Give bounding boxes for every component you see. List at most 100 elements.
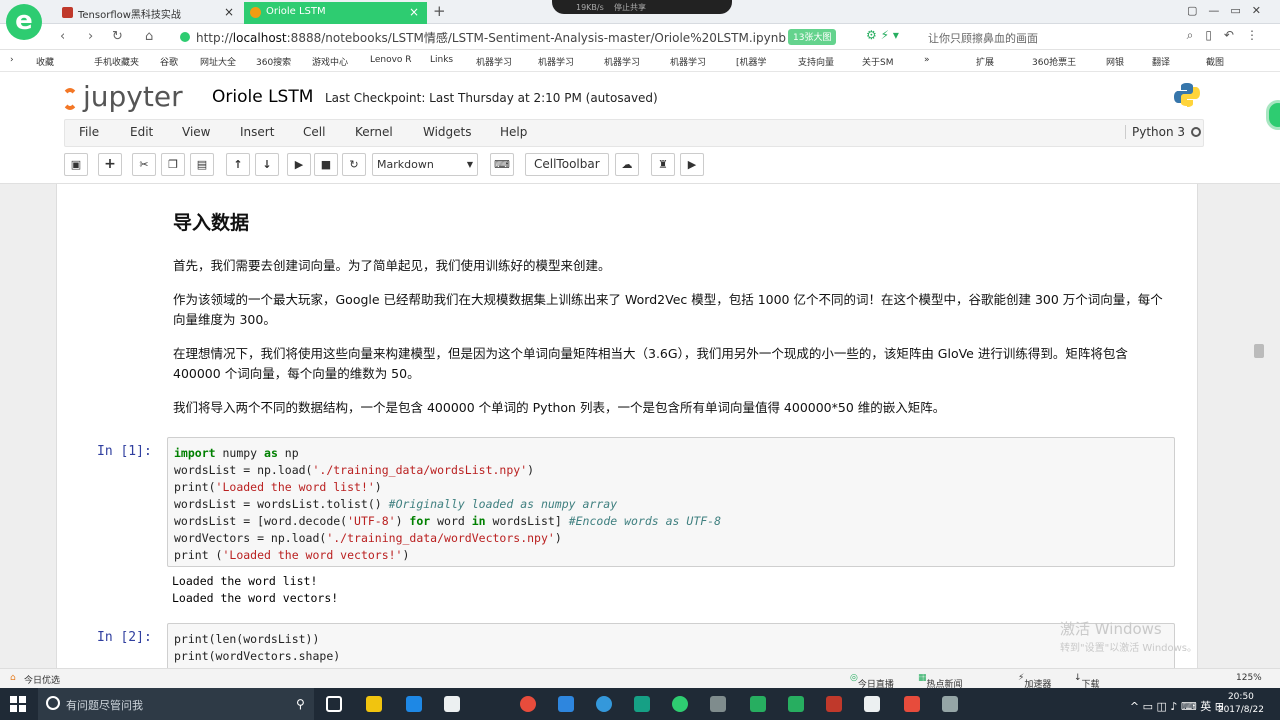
save-icon[interactable]: ▣ [64,153,88,176]
app-icon[interactable] [634,696,650,712]
menu-file[interactable]: File [79,125,99,139]
pdf-icon[interactable] [904,696,920,712]
window-controls[interactable]: ▢—▭✕ [1187,4,1272,17]
bookmark-item[interactable]: 手机收藏夹 [94,55,139,68]
bookmarks-toggle-icon[interactable]: › [10,55,14,65]
move-up-icon[interactable]: ↑ [226,153,250,176]
gift-icon[interactable]: ⌂ [10,673,16,683]
bookmark-item[interactable]: 网银 [1106,55,1124,68]
bookmark-item[interactable]: 机器学习 [538,55,574,68]
store-icon[interactable] [444,696,460,712]
celltoolbar-button[interactable]: CellToolbar [525,153,609,176]
bookmark-item[interactable]: 机器学习 [604,55,640,68]
status-download[interactable]: ↓ 下载 [1074,673,1100,690]
close-tab-icon[interactable]: × [409,5,419,19]
bookmark-item[interactable]: 机器学习 [670,55,706,68]
notebook-title[interactable]: Oriole LSTM [212,87,313,107]
extension-icon[interactable]: ⚙ ⚡ ▾ [866,28,899,42]
back-icon[interactable]: ‹ [60,29,65,44]
bookmark-item[interactable]: Links [430,55,453,65]
status-news[interactable]: ▦ 热点新闻 [918,673,963,690]
bookmark-item[interactable]: 谷歌 [160,55,178,68]
menu-view[interactable]: View [182,125,210,139]
pycharm-icon[interactable] [750,696,766,712]
active-browser-icon[interactable] [672,696,688,712]
new-tab-button[interactable]: + [433,2,446,20]
menu-widgets[interactable]: Widgets [423,125,472,139]
app-icon[interactable] [710,696,726,712]
bookmark-item[interactable]: [机器学 [736,55,767,68]
image-count-badge[interactable]: 13张大图 [788,29,837,45]
presentation-icon[interactable]: ▶ [680,153,704,176]
cut-icon[interactable]: ✂ [132,153,156,176]
upload-icon[interactable]: ☁ [615,153,639,176]
bookmark-item[interactable]: 翻译 [1152,55,1170,68]
paste-icon[interactable]: ▤ [190,153,214,176]
menu-edit[interactable]: Edit [130,125,153,139]
browser-360-icon[interactable] [596,696,612,712]
move-down-icon[interactable]: ↓ [255,153,279,176]
powerpoint-icon[interactable] [826,696,842,712]
scrollbar-thumb[interactable] [1254,344,1264,358]
chrome-icon[interactable] [520,696,536,712]
side-widget-icon[interactable] [1266,100,1280,130]
url-field[interactable]: http://localhost:8888/notebooks/LSTM情感/L… [196,29,786,46]
jupyter-logo[interactable]: jupyter [62,80,183,113]
reload-icon[interactable]: ↻ [112,29,123,44]
bookmark-item[interactable]: 关于SM [862,55,893,68]
bookmark-item[interactable]: 360搜索 [256,55,291,68]
code-editor[interactable]: print(len(wordsList)) print(wordVectors.s… [168,624,1174,672]
home-icon[interactable]: ⌂ [145,29,153,44]
bookmark-item[interactable]: 游戏中心 [312,55,348,68]
tab-tensorflow[interactable]: Tensorflow黑科技实战 × [56,2,242,24]
app-icon[interactable] [558,696,574,712]
bookmark-item[interactable]: 机器学习 [476,55,512,68]
interrupt-icon[interactable]: ■ [314,153,338,176]
bookmark-item[interactable]: Lenovo R [370,55,412,65]
restart-icon[interactable]: ↻ [342,153,366,176]
run-cell-icon[interactable]: ▶ [287,153,311,176]
bookmark-item[interactable]: » [924,55,930,65]
code-cell[interactable]: print(len(wordsList)) print(wordVectors.s… [167,623,1175,673]
bookmark-item[interactable]: 收藏 [36,55,54,68]
search-hint[interactable]: 让你只顾擦鼻血的画面 [928,30,1038,46]
zoom-level[interactable]: 125% [1236,673,1262,683]
system-clock[interactable]: 20:50 2017/8/22 [1218,691,1264,717]
menu-cell[interactable]: Cell [303,125,325,139]
delete-icon[interactable]: ♜ [651,153,675,176]
status-live[interactable]: ◎ 今日直播 [850,673,894,690]
status-accel[interactable]: ⚡ 加速器 [1018,673,1051,690]
browser-logo-icon[interactable]: e [6,4,42,40]
forward-icon[interactable]: › [88,29,93,44]
windows-start-icon[interactable] [10,696,26,712]
bookmark-item[interactable]: 截图 [1206,55,1224,68]
input-language[interactable]: 英 [1200,700,1211,713]
taskbar-search[interactable]: 有问题尽管问我 [38,688,314,720]
microphone-icon[interactable]: ⚲ [296,697,312,713]
code-cell[interactable]: import numpy as np wordsList = np.load('… [167,437,1175,567]
app-icon[interactable] [788,696,804,712]
app-icon[interactable] [864,696,880,712]
menu-insert[interactable]: Insert [240,125,274,139]
tab-oriole-lstm[interactable]: Oriole LSTM × [244,2,427,24]
bookmark-item[interactable]: 支持向量 [798,55,834,68]
code-editor[interactable]: import numpy as np wordsList = np.load('… [168,438,1174,571]
keyboard-icon[interactable]: ⌨ [490,153,514,176]
bookmark-item[interactable]: 扩展 [976,55,994,68]
copy-icon[interactable]: ❐ [161,153,185,176]
cell-type-select[interactable]: Markdown ▼ [372,153,478,176]
bookmark-item[interactable]: 网址大全 [200,55,236,68]
insert-cell-icon[interactable]: + [98,153,122,176]
task-view-icon[interactable] [326,696,342,712]
bookmark-item[interactable]: 360抢票王 [1032,55,1076,68]
file-explorer-icon[interactable] [366,696,382,712]
stop-share-button[interactable]: 停止共享 [614,3,646,12]
system-tray[interactable]: ^ ▭ ◫ ♪ ⌨ 英 ⊞ [1130,698,1224,714]
edge-icon[interactable] [406,696,422,712]
close-tab-icon[interactable]: × [224,5,234,19]
status-left[interactable]: 今日优选 [24,673,60,686]
app-icon[interactable] [942,696,958,712]
search-icon[interactable]: ⌕▯↶⋮ [1187,28,1270,43]
menu-kernel[interactable]: Kernel [355,125,393,139]
menu-help[interactable]: Help [500,125,527,139]
